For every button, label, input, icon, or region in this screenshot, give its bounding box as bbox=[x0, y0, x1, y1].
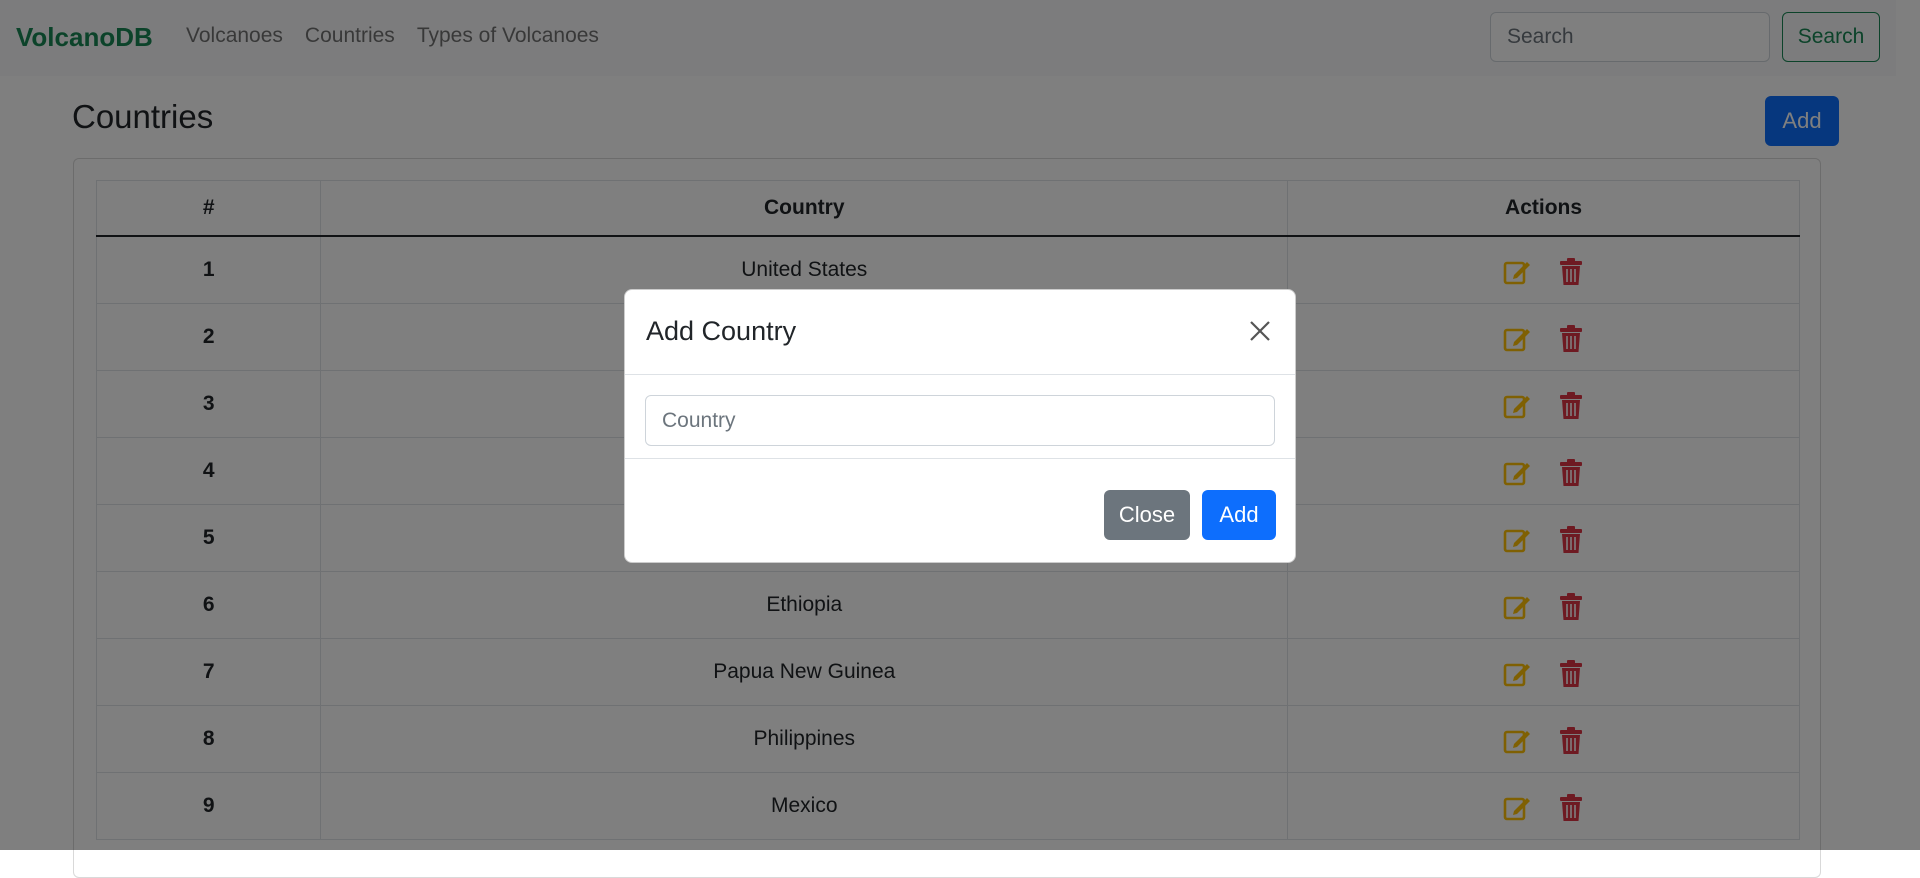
add-country-modal: Add Country Close Add bbox=[624, 289, 1296, 563]
close-icon[interactable] bbox=[1243, 314, 1277, 348]
modal-body bbox=[625, 374, 1295, 459]
modal-close-button[interactable]: Close bbox=[1104, 490, 1190, 540]
modal-title: Add Country bbox=[646, 316, 797, 346]
country-input[interactable] bbox=[645, 395, 1275, 446]
modal-header: Add Country bbox=[625, 290, 1295, 375]
modal-add-button[interactable]: Add bbox=[1202, 490, 1276, 540]
